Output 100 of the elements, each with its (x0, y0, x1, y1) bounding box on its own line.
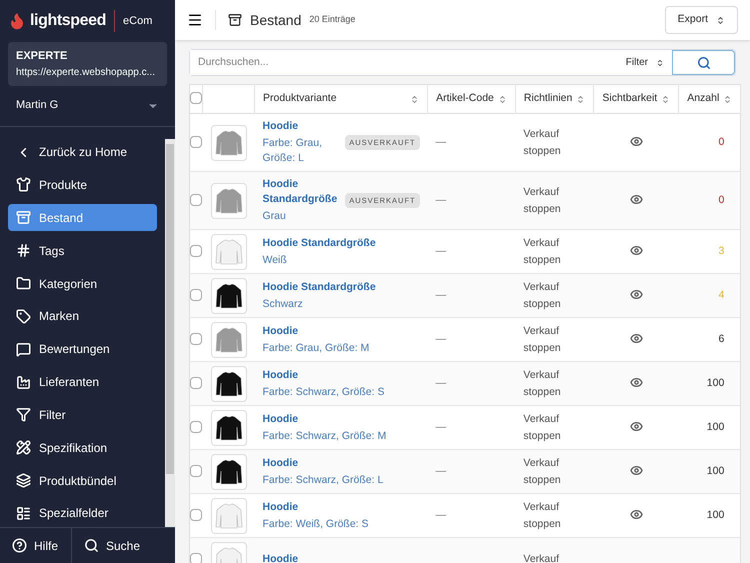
shop-name: EXPERTE (16, 49, 68, 64)
select-all-checkbox[interactable] (190, 92, 202, 104)
variant-link[interactable]: Farbe: Schwarz, Größe: S (262, 384, 384, 400)
eye-icon[interactable] (630, 244, 643, 258)
article-code: — (436, 288, 446, 301)
product-link[interactable]: Hoodie (262, 500, 368, 514)
row-checkbox[interactable] (190, 464, 202, 477)
product-link[interactable]: Hoodie (262, 552, 298, 563)
shop-card[interactable]: EXPERTE https://experte.webshopapp.c... (8, 42, 167, 86)
shirt-icon (16, 177, 31, 192)
sort-icon (576, 94, 586, 104)
sort-icon (661, 94, 670, 104)
sidebar-item[interactable]: Bewertungen (8, 336, 157, 363)
variant-link[interactable]: Grau (262, 209, 338, 224)
eye-icon[interactable] (630, 288, 643, 302)
product-link[interactable]: Hoodie Standardgröße (262, 177, 338, 207)
page-title: Bestand (250, 10, 302, 30)
filter-icon (16, 407, 31, 422)
sidebar-item[interactable]: Kategorien (8, 270, 157, 298)
user-dropdown[interactable]: Martin G (8, 86, 167, 126)
article-code: — (436, 464, 446, 477)
sidebar-item[interactable]: Lieferanten (8, 368, 157, 396)
eye-icon[interactable] (630, 464, 643, 478)
folder-icon (16, 276, 31, 291)
variant-link[interactable]: Farbe: Grau, Größe: L (262, 136, 338, 166)
variant-link[interactable]: Weiß (262, 252, 376, 268)
variant-link[interactable]: Farbe: Schwarz, Größe: M (262, 428, 386, 444)
hash-icon (16, 243, 31, 258)
row-checkbox[interactable] (190, 136, 202, 148)
product-link[interactable]: Hoodie (262, 456, 384, 470)
brand-logo: lightspeed (30, 11, 106, 31)
search-button[interactable] (672, 50, 735, 75)
quantity: 6 (718, 332, 724, 345)
speech-bubble-icon (16, 342, 31, 357)
policy-text: Verkauf (523, 552, 560, 563)
product-link[interactable]: Hoodie (262, 412, 386, 426)
policy-text: Verkauf stoppen (523, 184, 562, 216)
eye-icon[interactable] (630, 135, 643, 148)
article-code: — (436, 420, 446, 433)
sidebar-item[interactable]: Produkte (8, 171, 157, 199)
row-checkbox[interactable] (190, 420, 202, 433)
row-checkbox[interactable] (190, 332, 202, 345)
eye-icon[interactable] (630, 376, 643, 390)
sidebar-item[interactable]: Spezifikation (8, 434, 157, 462)
quantity: 100 (706, 508, 724, 521)
row-checkbox[interactable] (190, 552, 202, 563)
sidebar-item[interactable]: Filter (8, 401, 157, 428)
product-link[interactable]: Hoodie (262, 119, 338, 134)
sort-icon (723, 94, 732, 104)
sort-icon (410, 94, 420, 104)
article-code: — (436, 244, 446, 257)
row-checkbox[interactable] (190, 244, 202, 257)
product-link[interactable]: Hoodie (262, 324, 370, 338)
eye-icon[interactable] (630, 193, 643, 206)
policy-text: Verkauf stoppen (523, 236, 562, 268)
factory-icon (16, 374, 31, 390)
sort-icon (498, 94, 507, 104)
quantity: 100 (706, 376, 724, 389)
eye-icon[interactable] (630, 420, 643, 434)
sort-icon (656, 58, 664, 66)
article-code: — (436, 376, 446, 389)
export-button[interactable]: Export (664, 6, 738, 34)
row-checkbox[interactable] (190, 508, 202, 521)
sidebar-item[interactable]: Tags (8, 237, 157, 264)
product-link[interactable]: Hoodie Standardgröße (262, 236, 376, 250)
variant-link[interactable]: Schwarz (262, 296, 376, 312)
policy-text: Verkauf stoppen (523, 368, 562, 400)
sidebar-item[interactable]: Zurück zu Home (8, 138, 157, 166)
sidebar-item[interactable]: Bestand (8, 204, 157, 232)
row-checkbox[interactable] (190, 194, 202, 206)
policy-text: Verkauf stoppen (523, 412, 562, 444)
sort-icon (716, 16, 725, 24)
filter-dropdown[interactable]: Filter (618, 50, 672, 75)
sidebar-item[interactable]: Spezialfelder (8, 500, 157, 527)
layers-icon (16, 473, 31, 488)
search-bar[interactable]: Durchsuchen... Filter (189, 49, 736, 76)
variant-link[interactable]: Farbe: Grau, Größe: M (262, 340, 370, 356)
article-code: — (436, 136, 446, 148)
variant-link[interactable]: Farbe: Schwarz, Größe: L (262, 472, 384, 488)
sidebar-item[interactable]: Produktbündel (8, 466, 157, 494)
sidebar-item[interactable]: Marken (8, 302, 157, 330)
article-code: — (436, 332, 446, 345)
quantity: 4 (718, 288, 724, 301)
product-link[interactable]: Hoodie (262, 368, 384, 382)
brand-product: eCom (123, 14, 152, 29)
eye-icon[interactable] (630, 332, 643, 346)
quantity: 0 (718, 136, 724, 148)
archive-box-icon (16, 210, 31, 226)
scrollbar[interactable] (165, 138, 175, 527)
pencil-ruler-icon (16, 440, 31, 456)
row-checkbox[interactable] (190, 376, 202, 389)
eye-icon[interactable] (630, 508, 643, 522)
menu-icon[interactable] (187, 12, 203, 28)
policy-text: Verkauf stoppen (523, 280, 562, 312)
quantity: 0 (718, 194, 724, 206)
variant-link[interactable]: Farbe: Weiß, Größe: S (262, 516, 368, 532)
row-checkbox[interactable] (190, 288, 202, 301)
shop-url: https://experte.webshopapp.c... (16, 66, 156, 80)
article-code: — (436, 508, 446, 521)
product-link[interactable]: Hoodie Standardgröße (262, 280, 376, 294)
